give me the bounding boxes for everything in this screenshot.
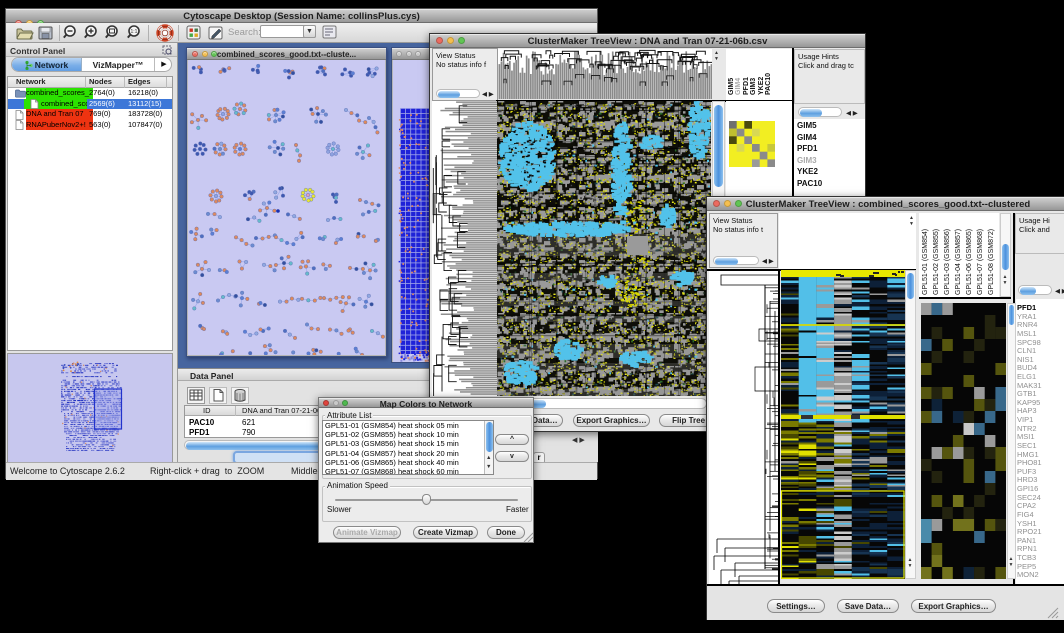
svg-text:1:1: 1:1 [131,29,138,35]
